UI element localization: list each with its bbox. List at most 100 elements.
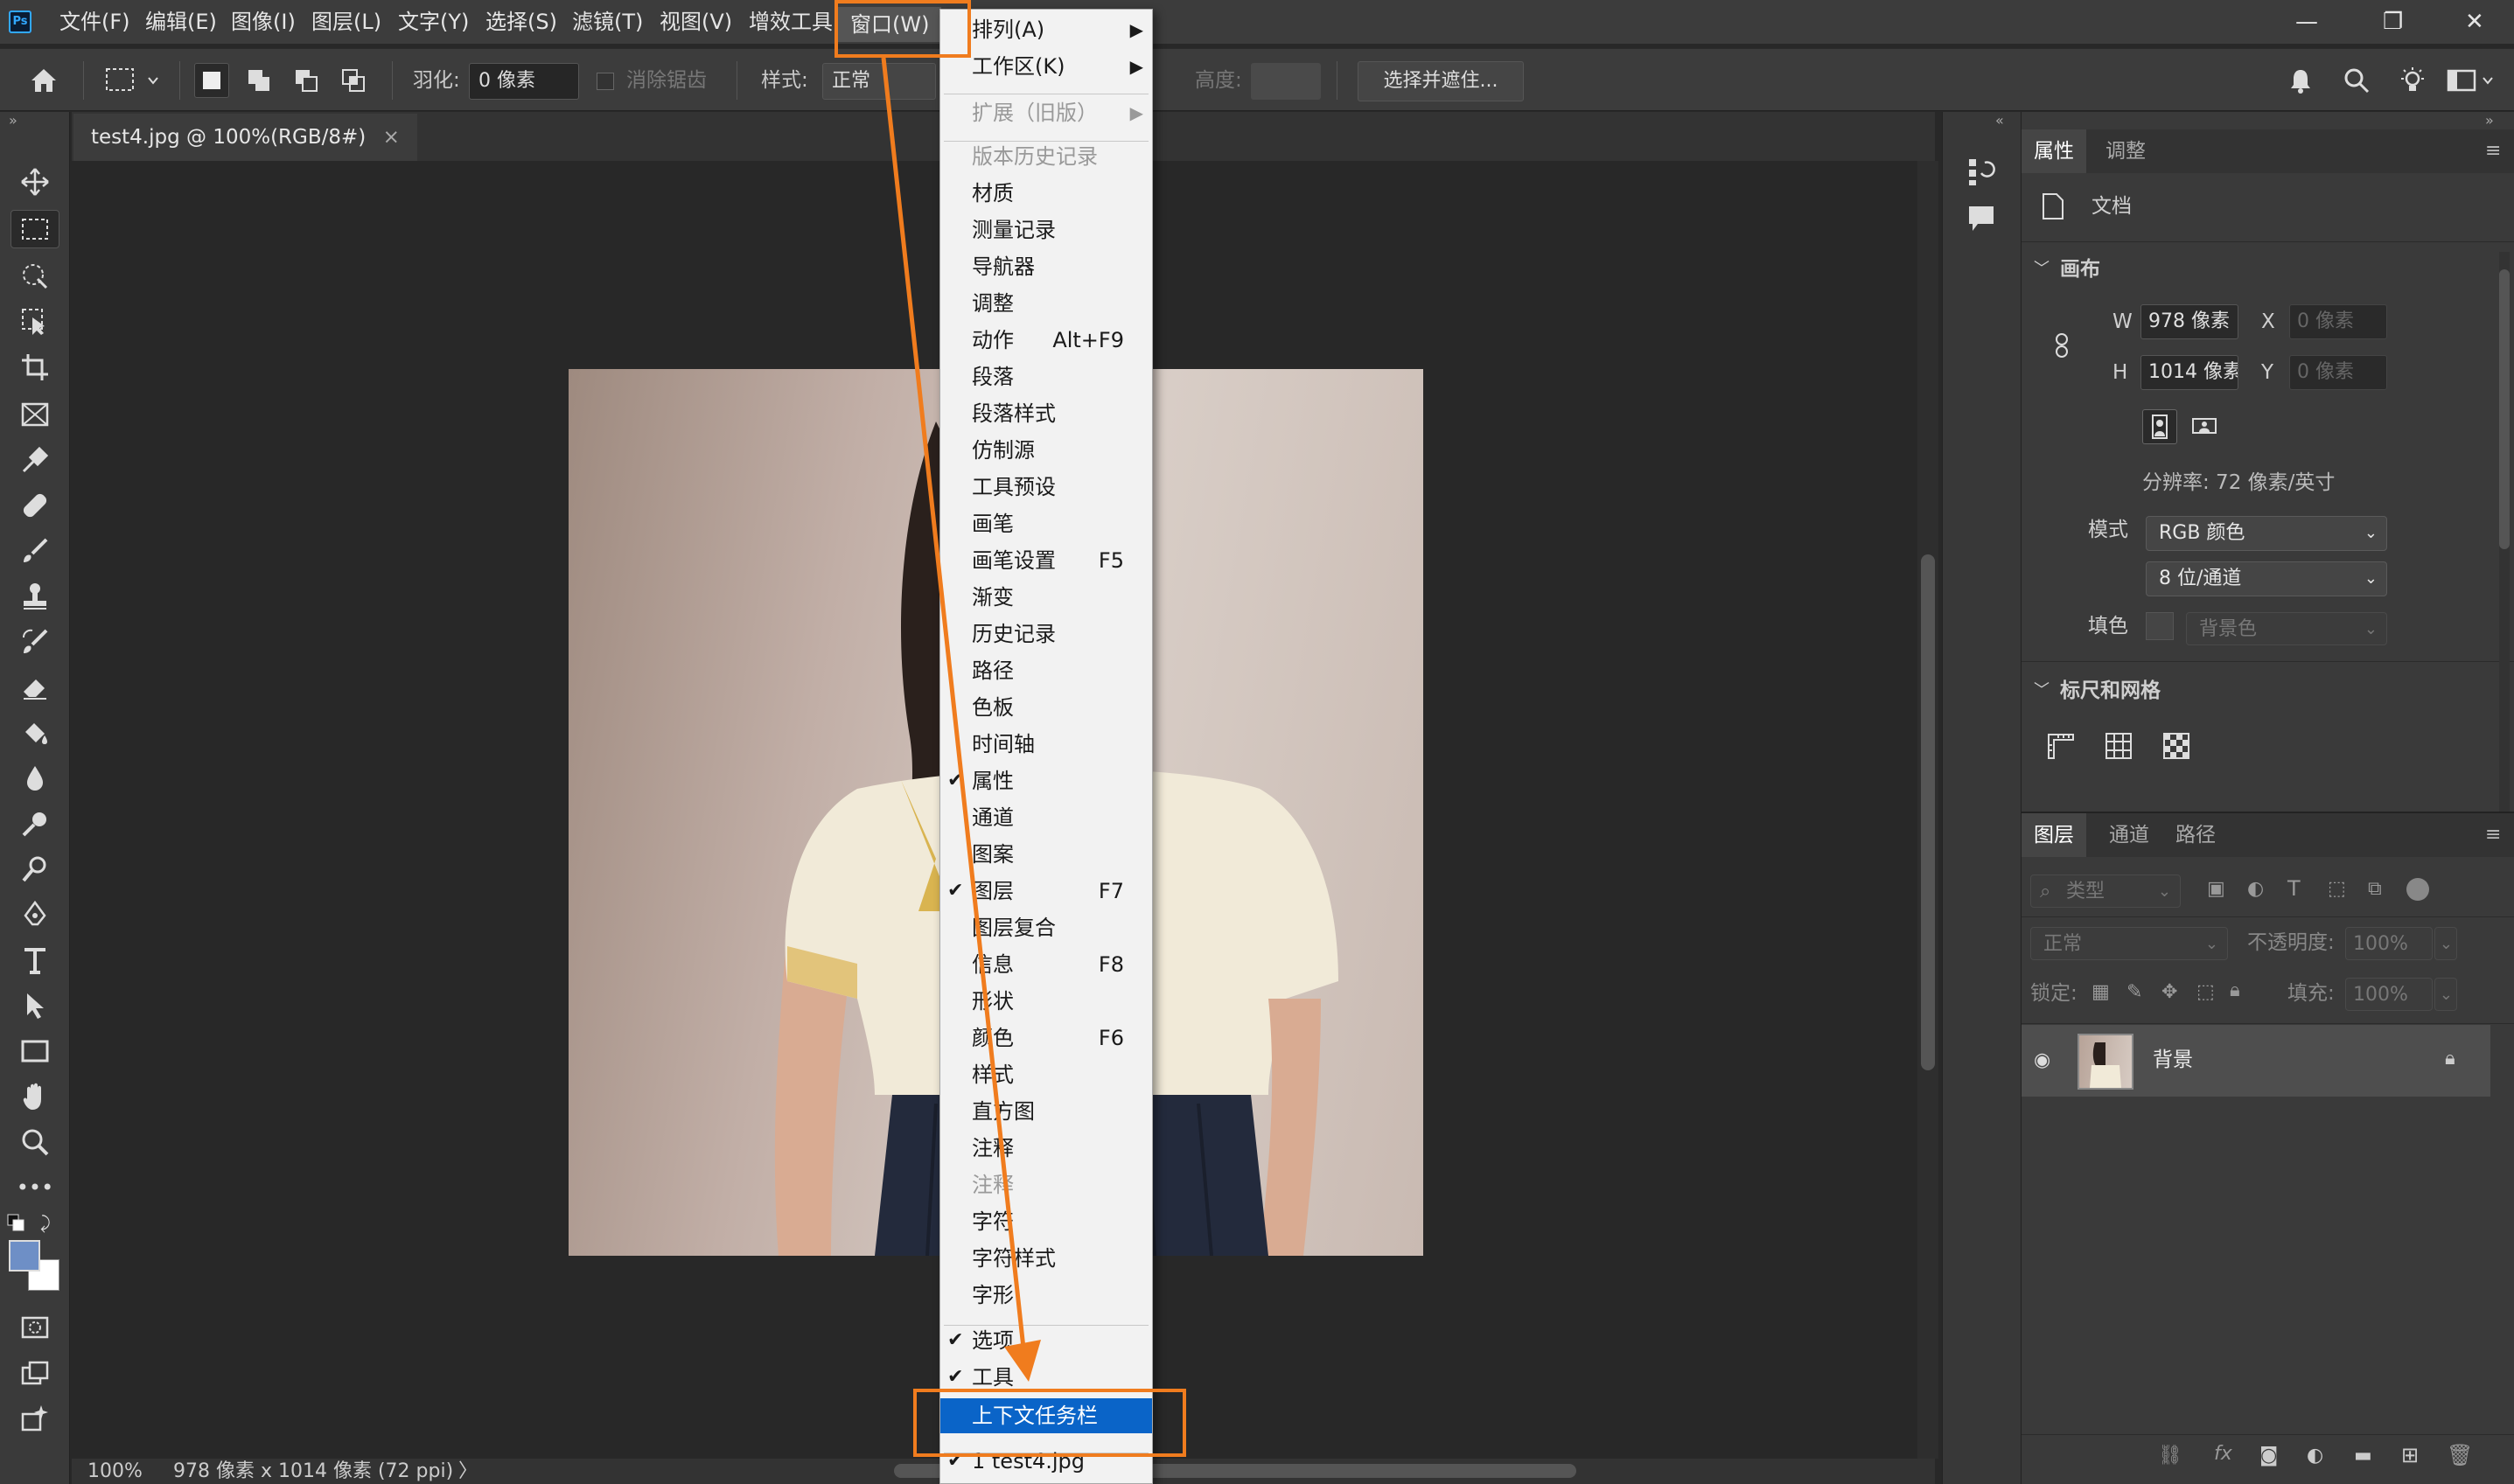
layer-effects-icon[interactable]: fx [2214, 1443, 2232, 1465]
menu-edit[interactable]: 编辑(E) [145, 0, 217, 44]
filter-pixel-icon[interactable]: ▣ [2207, 878, 2233, 900]
window-menu-item[interactable]: 注释 [940, 1167, 1152, 1202]
frame-tool-icon[interactable] [10, 395, 59, 434]
filter-adjustment-icon[interactable]: ◐ [2247, 878, 2273, 900]
x-input[interactable]: 0 像素 [2289, 304, 2387, 339]
filter-type-icon[interactable]: T [2287, 876, 2314, 901]
dodge-tool-icon[interactable] [10, 805, 59, 843]
layers-menu-icon[interactable]: ≡ [2485, 824, 2501, 846]
lock-all-icon[interactable]: 🔒︎ [2230, 979, 2240, 1001]
color-mode-select[interactable]: RGB 颜色 ⌄ [2146, 516, 2387, 551]
fill-slider-button[interactable]: ⌄ [2434, 978, 2457, 1011]
menu-select[interactable]: 选择(S) [485, 0, 557, 44]
window-menu-item[interactable]: 测量记录 [940, 212, 1152, 247]
layer-name[interactable]: 背景 [2153, 1042, 2193, 1077]
height-input[interactable] [1251, 63, 1321, 100]
move-tool-icon[interactable] [10, 163, 59, 201]
screen-mode-icon[interactable] [10, 1354, 59, 1392]
tab-channels[interactable]: 通道 [2109, 813, 2149, 857]
layer-visibility-eye-icon[interactable]: ◉ [2034, 1049, 2050, 1071]
history-brush-tool-icon[interactable] [10, 623, 59, 661]
minimize-button[interactable]: — [2295, 0, 2318, 44]
menu-plugins[interactable]: 增效工具 [749, 0, 833, 44]
window-menu-item[interactable]: 段落样式 [940, 396, 1152, 431]
rulers-section-title[interactable]: 标尺和网格 [2060, 673, 2161, 708]
zoom-level[interactable]: 100% [87, 1459, 143, 1484]
generative-fill-icon[interactable] [10, 1399, 59, 1438]
rectangular-marquee-tool-icon[interactable] [10, 210, 59, 248]
portrait-orientation-icon[interactable] [2142, 409, 2177, 444]
notification-bell-icon[interactable] [2283, 63, 2318, 98]
select-mask-button[interactable]: 选择并遮住... [1358, 61, 1524, 101]
object-selection-tool-icon[interactable] [10, 257, 59, 296]
window-menu-item[interactable]: 色板 [940, 690, 1152, 725]
filter-toggle-icon[interactable] [2406, 878, 2429, 901]
subtract-selection-icon[interactable] [289, 63, 324, 98]
window-menu-item[interactable]: 信息 F8 [940, 947, 1152, 982]
collapse-dock-icon[interactable]: » [2485, 112, 2494, 129]
menu-filter[interactable]: 滤镜(T) [572, 0, 643, 44]
brush-tool-icon[interactable] [10, 532, 59, 570]
lock-transparent-icon[interactable]: ▦ [2092, 981, 2110, 1003]
pixel-grid-icon[interactable] [2161, 731, 2193, 763]
window-menu-item[interactable]: 调整 [940, 286, 1152, 321]
window-menu-item[interactable]: ✔ 图层 F7 [940, 874, 1152, 909]
window-menu-item[interactable]: 形状 [940, 984, 1152, 1019]
magnifier-search-tool-icon[interactable] [10, 850, 59, 888]
window-menu-item[interactable]: 排列(A) ▶ [940, 12, 1152, 47]
window-menu-item[interactable]: 画笔 [940, 506, 1152, 541]
fill-select[interactable]: 背景色 ⌄ [2186, 612, 2387, 645]
window-menu-item[interactable]: 仿制源 [940, 433, 1152, 468]
blend-mode-select[interactable]: 正常 ⌄ [2030, 927, 2228, 960]
new-group-icon[interactable]: ▬ [2354, 1445, 2372, 1467]
window-menu-item[interactable]: 工作区(K) ▶ [940, 49, 1152, 84]
eyedropper-tool-icon[interactable] [10, 441, 59, 479]
window-menu-item[interactable]: 颜色 F6 [940, 1021, 1152, 1056]
new-adjustment-layer-icon[interactable]: ◐ [2307, 1445, 2323, 1467]
home-icon[interactable] [26, 63, 61, 98]
window-menu-item[interactable]: 导航器 [940, 249, 1152, 284]
landscape-orientation-icon[interactable] [2188, 409, 2223, 444]
window-menu-item[interactable]: 通道 [940, 800, 1152, 835]
window-menu-item[interactable]: 字形 [940, 1278, 1152, 1313]
window-menu-item[interactable]: ✔ 属性 [940, 763, 1152, 798]
window-menu-item[interactable]: 字符样式 [940, 1241, 1152, 1276]
pen-tool-icon[interactable] [10, 895, 59, 934]
rulers-section-chevron-icon[interactable]: ﹀ [2034, 673, 2050, 708]
window-menu-item[interactable]: 路径 [940, 653, 1152, 688]
bit-depth-select[interactable]: 8 位/通道 ⌄ [2146, 561, 2387, 596]
menu-file[interactable]: 文件(F) [59, 0, 130, 44]
menu-view[interactable]: 视图(V) [660, 0, 732, 44]
lock-artboard-icon[interactable]: ⬚ [2196, 981, 2215, 1003]
filter-smart-object-icon[interactable]: ⧉ [2368, 878, 2394, 900]
crop-tool-icon[interactable] [10, 348, 59, 387]
menu-image[interactable]: 图像(I) [231, 0, 296, 44]
antialias-checkbox[interactable] [597, 73, 614, 90]
window-menu-item[interactable]: 注释 [940, 1131, 1152, 1166]
feather-input[interactable]: 0 像素 [469, 63, 579, 100]
type-tool-icon[interactable] [10, 941, 59, 979]
search-icon[interactable] [2339, 63, 2374, 98]
document-tab-close-icon[interactable]: × [383, 126, 400, 149]
window-menu-item[interactable]: 直方图 [940, 1094, 1152, 1129]
new-selection-icon[interactable] [194, 63, 229, 98]
style-select[interactable]: 正常 [822, 63, 936, 100]
window-menu-item[interactable]: 时间轴 [940, 727, 1152, 762]
quick-mask-icon[interactable] [10, 1308, 59, 1347]
window-menu-item[interactable]: 样式 [940, 1057, 1152, 1092]
tab-adjustments[interactable]: 调整 [2105, 129, 2146, 173]
canvas-section-title[interactable]: 画布 [2060, 252, 2100, 287]
path-selection-tool-icon[interactable] [10, 986, 59, 1025]
window-menu-item[interactable]: 版本历史记录 [940, 139, 1152, 174]
window-menu-item[interactable]: 图层复合 [940, 910, 1152, 945]
y-input[interactable]: 0 像素 [2289, 355, 2387, 390]
layer-row[interactable]: ◉ 背景 🔒︎ [2022, 1025, 2490, 1097]
fill-opacity-input[interactable]: 100% [2345, 978, 2433, 1011]
canvas-section-chevron-icon[interactable]: ﹀ [2034, 252, 2050, 287]
paint-bucket-tool-icon[interactable] [10, 714, 59, 752]
window-menu-item[interactable]: 渐变 [940, 580, 1152, 615]
add-mask-icon[interactable]: ◙ [2259, 1445, 2278, 1467]
history-panel-icon[interactable] [1966, 156, 2001, 191]
more-tools-icon[interactable]: ••• [10, 1168, 59, 1207]
lock-position-icon[interactable]: ✥ [2161, 981, 2177, 1003]
